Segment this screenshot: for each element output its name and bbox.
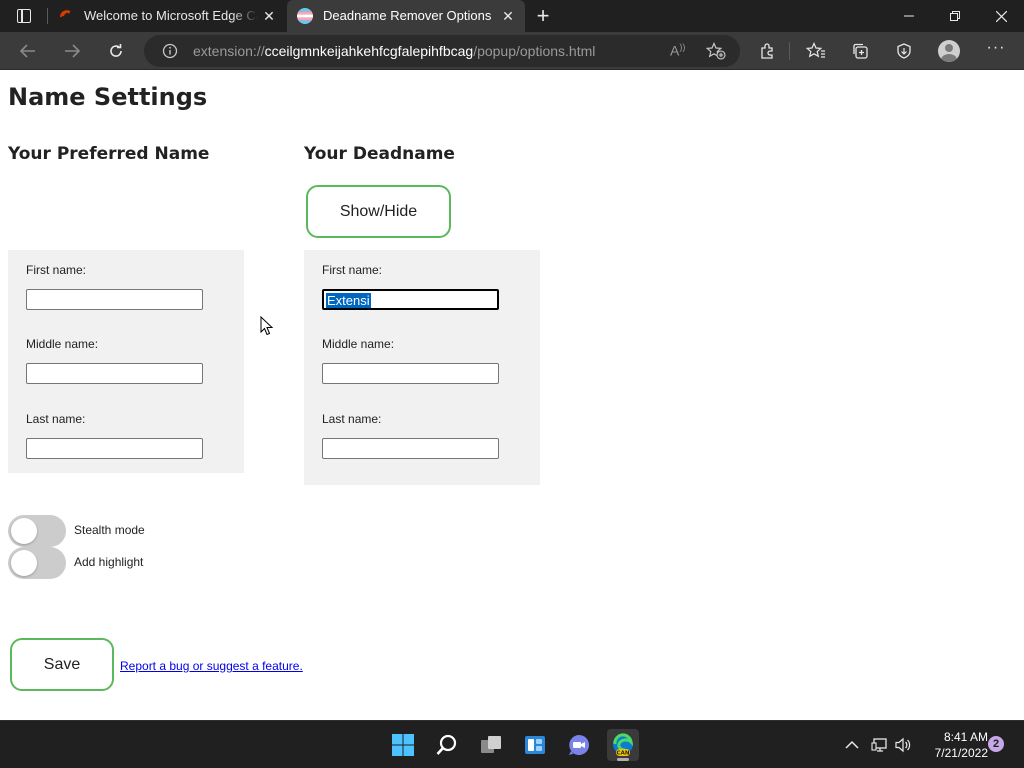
save-button[interactable]: Save <box>10 638 114 691</box>
volume-icon[interactable] <box>894 735 914 755</box>
preferred-middle-name-input[interactable] <box>26 363 203 384</box>
stealth-mode-label: Stealth mode <box>74 523 145 537</box>
edge-canary-taskbar-button[interactable]: CAN <box>607 729 639 761</box>
add-highlight-label: Add highlight <box>74 555 144 569</box>
report-bug-link[interactable]: Report a bug or suggest a feature. <box>120 659 303 673</box>
show-hidden-icons-icon[interactable] <box>842 735 862 755</box>
notification-badge[interactable]: 2 <box>988 736 1004 752</box>
back-arrow-icon <box>20 44 35 58</box>
toggle-knob <box>11 518 37 544</box>
chat-icon <box>569 735 589 755</box>
deadname-last-name-input[interactable] <box>322 438 499 459</box>
url-path: /popup/options.html <box>473 43 596 59</box>
network-icon[interactable] <box>870 735 890 755</box>
tab-welcome[interactable]: Welcome to Microsoft Edge Canary ✕ <box>48 0 286 32</box>
more-options-icon[interactable]: ··· <box>986 40 1006 60</box>
tab-title: Deadname Remover Options <box>323 8 492 23</box>
url-scheme: extension:// <box>193 43 265 59</box>
trans-flag-icon <box>297 8 313 24</box>
extensions-icon[interactable] <box>757 41 777 61</box>
close-window-button[interactable] <box>978 0 1024 32</box>
url-host: cceilgmnkeijahkehfcgfalepihfbcag <box>264 43 474 59</box>
preferred-name-heading: Your Preferred Name <box>8 144 210 164</box>
minimize-button[interactable] <box>886 0 932 32</box>
mouse-cursor-icon <box>260 316 274 336</box>
start-button[interactable] <box>387 729 419 761</box>
url-text: extension://cceilgmnkeijahkehfcgfalepihf… <box>193 43 595 59</box>
clock-time: 8:41 AM <box>943 730 988 744</box>
preferred-name-panel: First name: Middle name: Last name: <box>8 250 244 473</box>
active-indicator <box>617 758 629 761</box>
preferred-first-name-label: First name: <box>26 263 87 277</box>
preferred-first-name-input[interactable] <box>26 289 203 310</box>
task-view-button[interactable] <box>475 729 507 761</box>
browser-essentials-icon[interactable] <box>894 41 914 61</box>
preferred-middle-name-label: Middle name: <box>26 337 99 351</box>
tab-title: Welcome to Microsoft Edge Canary <box>84 8 258 23</box>
stealth-mode-toggle[interactable] <box>8 515 66 547</box>
forward-button[interactable] <box>58 39 86 63</box>
svg-text:CAN: CAN <box>617 751 630 757</box>
show-hide-button[interactable]: Show/Hide <box>306 185 451 238</box>
deadname-middle-name-input[interactable] <box>322 363 499 384</box>
tab-deadname-options[interactable]: Deadname Remover Options ✕ <box>287 0 525 32</box>
collections-icon[interactable] <box>850 41 870 61</box>
forward-arrow-icon <box>65 44 80 58</box>
tab-close-icon[interactable]: ✕ <box>501 9 515 23</box>
preferred-last-name-input[interactable] <box>26 438 203 459</box>
search-button[interactable] <box>431 729 463 761</box>
back-button[interactable] <box>14 39 42 63</box>
windows-logo-icon <box>392 734 414 756</box>
refresh-button[interactable] <box>102 39 130 63</box>
preferred-last-name-label: Last name: <box>26 412 86 426</box>
favorites-icon[interactable] <box>806 41 826 61</box>
tab-actions-icon <box>17 9 31 23</box>
search-icon <box>436 734 457 755</box>
tab-bar: Welcome to Microsoft Edge Canary ✕ Deadn… <box>0 0 1024 32</box>
restore-icon <box>950 11 960 21</box>
page-title: Name Settings <box>8 83 208 111</box>
info-icon[interactable] <box>162 43 178 59</box>
deadname-middle-name-label: Middle name: <box>322 337 395 351</box>
options-page: Name Settings Your Preferred Name Your D… <box>0 71 1024 720</box>
new-tab-icon[interactable]: + <box>532 5 554 27</box>
add-favorite-icon[interactable] <box>706 42 726 60</box>
widgets-button[interactable] <box>519 729 551 761</box>
restore-button[interactable] <box>932 0 978 32</box>
address-bar[interactable]: extension://cceilgmnkeijahkehfcgfalepihf… <box>144 35 740 67</box>
deadname-first-name-input[interactable]: Extensi <box>322 289 499 310</box>
deadname-panel: First name: Extensi Middle name: Last na… <box>304 250 540 485</box>
deadname-heading: Your Deadname <box>304 144 455 164</box>
browser-toolbar: extension://cceilgmnkeijahkehfcgfalepihf… <box>0 32 1024 70</box>
minimize-icon <box>904 15 914 17</box>
add-highlight-toggle[interactable] <box>8 547 66 579</box>
edge-canary-icon: CAN <box>613 733 634 757</box>
deadname-last-name-label: Last name: <box>322 412 382 426</box>
tab-close-icon[interactable]: ✕ <box>262 9 276 23</box>
task-view-icon <box>481 736 501 753</box>
deadname-first-name-label: First name: <box>322 263 383 277</box>
toggle-knob <box>11 550 37 576</box>
clock-date: 7/21/2022 <box>934 746 988 760</box>
close-icon <box>995 10 1007 22</box>
widgets-icon <box>525 736 545 754</box>
toolbar-separator <box>789 42 790 60</box>
read-aloud-icon[interactable]: A)) <box>670 42 685 59</box>
profile-avatar[interactable] <box>938 40 960 62</box>
refresh-icon <box>110 44 122 57</box>
tab-actions-menu-button[interactable] <box>10 6 38 26</box>
selected-text: Extensi <box>326 293 371 308</box>
system-clock[interactable]: 8:41 AM 7/21/2022 <box>918 729 988 761</box>
teams-chat-button[interactable] <box>563 729 595 761</box>
edge-canary-icon <box>60 10 71 18</box>
windows-taskbar: CAN 8:41 AM 7/21/2022 <box>0 720 1024 768</box>
